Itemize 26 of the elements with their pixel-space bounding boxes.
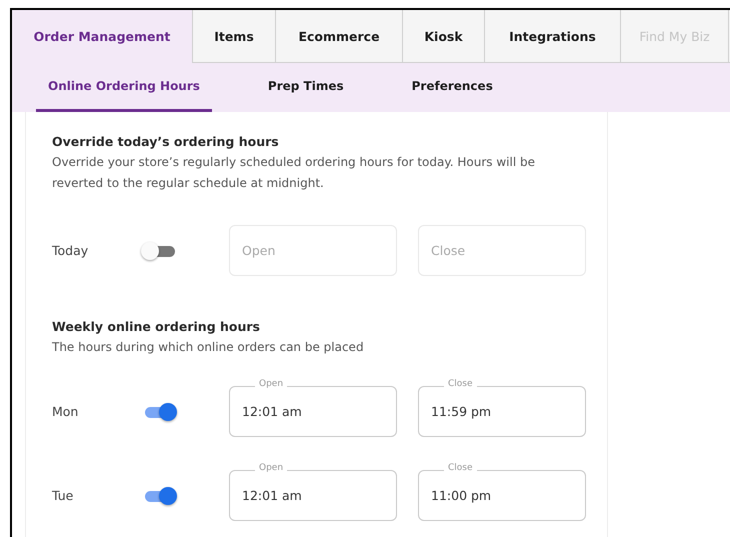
time-field[interactable]: Open bbox=[229, 225, 397, 276]
toggle-switch[interactable] bbox=[141, 242, 176, 260]
time-field[interactable]: 11:00 pm bbox=[418, 470, 586, 521]
sub-tab[interactable]: Prep Times bbox=[256, 63, 356, 112]
field-label: Close bbox=[444, 379, 477, 389]
day-label: Tue bbox=[52, 488, 74, 503]
tab[interactable]: Kiosk bbox=[403, 10, 485, 63]
day-label: Today bbox=[52, 243, 90, 258]
tab[interactable]: Ecommerce bbox=[276, 10, 403, 63]
time-field[interactable]: 12:01 am bbox=[229, 470, 397, 521]
time-field[interactable]: 11:59 pm bbox=[418, 386, 586, 437]
sub-tab[interactable]: Online Ordering Hours bbox=[36, 63, 212, 112]
time-field[interactable]: Close bbox=[418, 225, 586, 276]
section-description: Override your store’s regularly scheduled ordering hours for today. Hours will be reverted to the regular schedule at midnight. bbox=[52, 154, 536, 192]
section-description: The hours during which online orders can be placed bbox=[52, 339, 365, 356]
tab[interactable]: Items bbox=[193, 10, 276, 63]
sub-tab[interactable]: Preferences bbox=[400, 63, 505, 112]
section-title: Override today’s ordering hours bbox=[52, 134, 280, 149]
day-label: Mon bbox=[52, 404, 80, 419]
field-label: Open bbox=[255, 379, 288, 389]
time-field[interactable]: 12:01 am bbox=[229, 386, 397, 437]
tab[interactable]: Order Management bbox=[12, 10, 193, 63]
section-title: Weekly online ordering hours bbox=[52, 319, 261, 334]
field-label: Close bbox=[444, 463, 477, 473]
tab[interactable]: Integrations bbox=[485, 10, 621, 63]
field-label: Open bbox=[255, 463, 288, 473]
